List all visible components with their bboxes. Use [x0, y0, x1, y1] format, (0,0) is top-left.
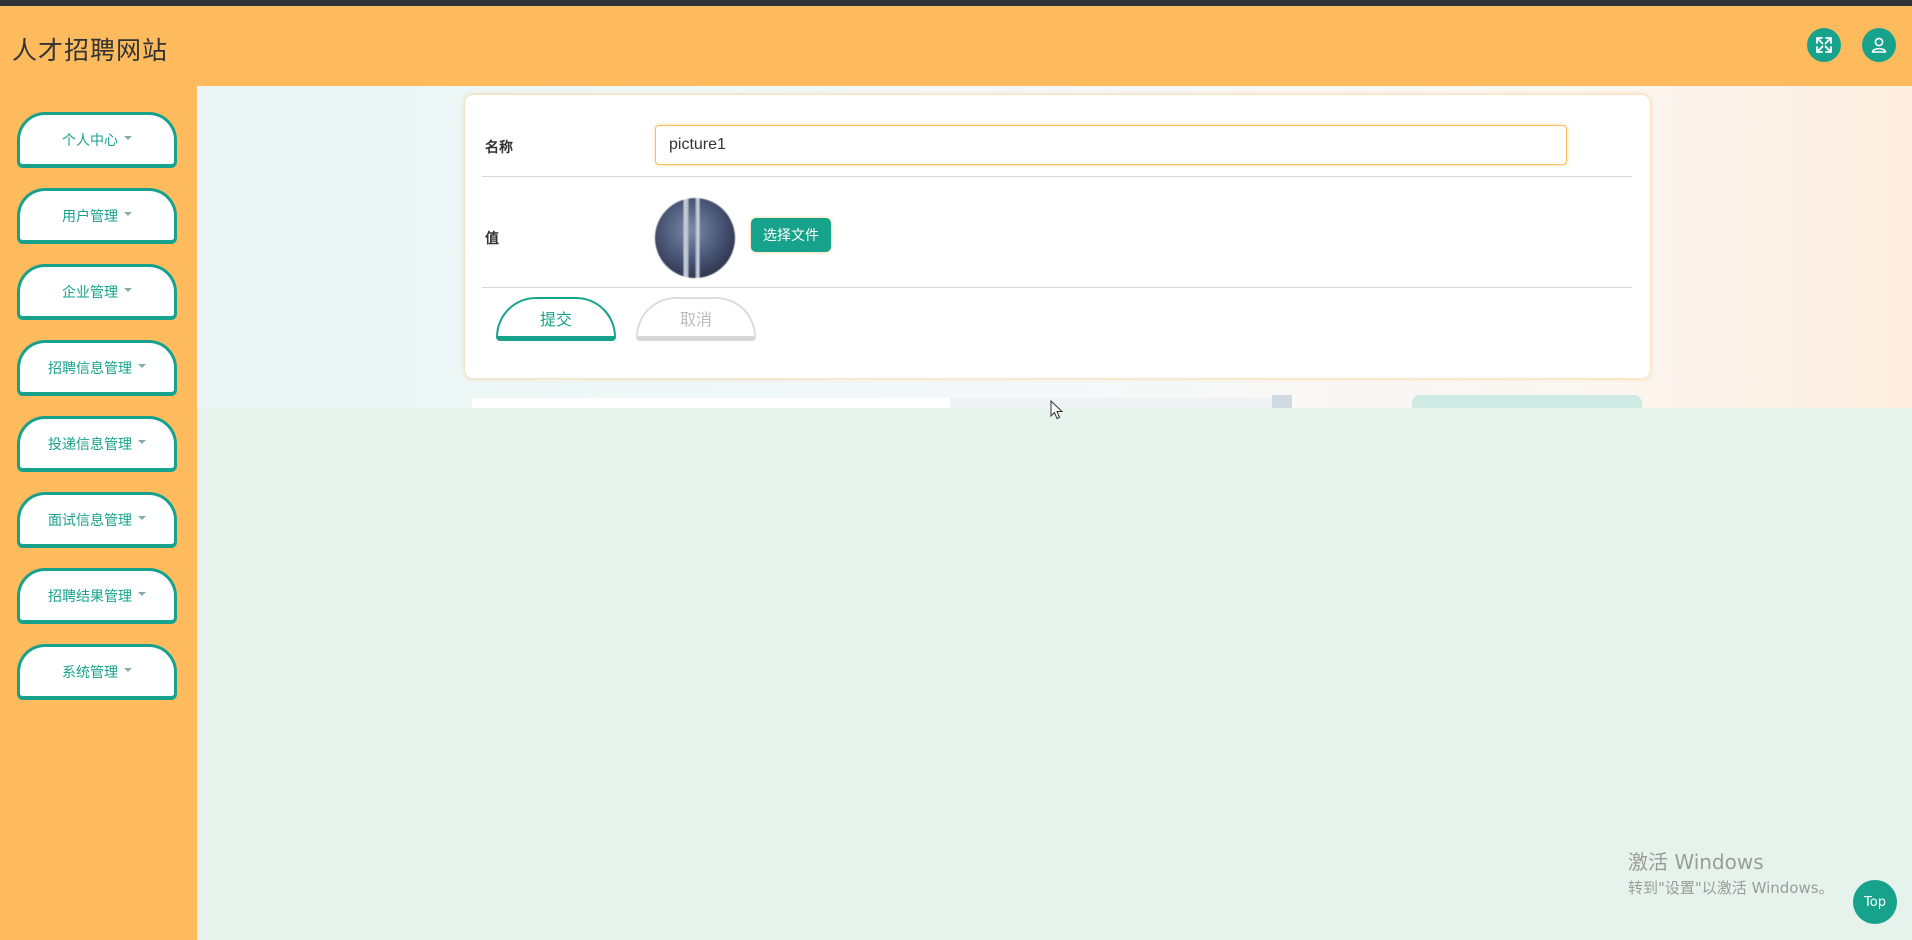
- background-decoration: [1272, 395, 1292, 408]
- header-bar: 人才招聘网站: [0, 6, 1912, 86]
- sidebar-item-label: 招聘信息管理: [48, 360, 132, 377]
- background-decoration: [472, 398, 952, 408]
- sidebar-item-personal-center[interactable]: 个人中心: [17, 112, 177, 168]
- sidebar: 个人中心 用户管理 企业管理 招聘信息管理 投递信息管理 面试信息管理 招聘结果…: [0, 86, 197, 940]
- sidebar-item-recruitment-result[interactable]: 招聘结果管理: [17, 568, 177, 624]
- background-decoration: [950, 398, 1272, 408]
- sidebar-item-interview-info[interactable]: 面试信息管理: [17, 492, 177, 548]
- sidebar-item-user-management[interactable]: 用户管理: [17, 188, 177, 244]
- name-input[interactable]: [655, 125, 1567, 165]
- back-to-top-button[interactable]: Top: [1853, 880, 1897, 924]
- sidebar-item-label: 招聘结果管理: [48, 588, 132, 605]
- image-preview: [655, 198, 735, 278]
- choose-file-button[interactable]: 选择文件: [751, 218, 831, 252]
- form-divider: [482, 176, 1632, 177]
- expand-icon: [1816, 37, 1832, 53]
- caret-down-icon: [124, 667, 132, 672]
- name-label: 名称: [485, 140, 513, 156]
- caret-down-icon: [138, 439, 146, 444]
- sidebar-item-recruitment-info[interactable]: 招聘信息管理: [17, 340, 177, 396]
- mouse-cursor-icon: [1050, 400, 1064, 420]
- value-label: 值: [485, 231, 499, 247]
- form-divider: [482, 287, 1632, 288]
- edit-form-card: 名称 值 选择文件 提交 取消: [465, 95, 1650, 378]
- sidebar-item-label: 用户管理: [62, 208, 118, 225]
- user-button[interactable]: [1862, 28, 1896, 62]
- caret-down-icon: [138, 515, 146, 520]
- sidebar-item-label: 投递信息管理: [48, 436, 132, 453]
- site-title: 人才招聘网站: [12, 36, 169, 65]
- user-icon: [1871, 37, 1887, 53]
- windows-activation-watermark: 激活 Windows 转到"设置"以激活 Windows。: [1628, 846, 1834, 898]
- sidebar-item-label: 个人中心: [62, 132, 118, 149]
- cancel-button[interactable]: 取消: [636, 297, 756, 341]
- watermark-line-1: 激活 Windows: [1628, 850, 1764, 874]
- background-decoration: [1412, 395, 1642, 408]
- caret-down-icon: [124, 135, 132, 140]
- fullscreen-button[interactable]: [1807, 28, 1841, 62]
- sidebar-item-label: 面试信息管理: [48, 512, 132, 529]
- watermark-line-2: 转到"设置"以激活 Windows。: [1628, 879, 1834, 897]
- submit-button[interactable]: 提交: [496, 297, 616, 341]
- sidebar-item-label: 系统管理: [62, 664, 118, 681]
- sidebar-item-system-management[interactable]: 系统管理: [17, 644, 177, 700]
- sidebar-item-label: 企业管理: [62, 284, 118, 301]
- caret-down-icon: [138, 591, 146, 596]
- caret-down-icon: [124, 287, 132, 292]
- sidebar-item-company-management[interactable]: 企业管理: [17, 264, 177, 320]
- caret-down-icon: [138, 363, 146, 368]
- sidebar-item-application-info[interactable]: 投递信息管理: [17, 416, 177, 472]
- caret-down-icon: [124, 211, 132, 216]
